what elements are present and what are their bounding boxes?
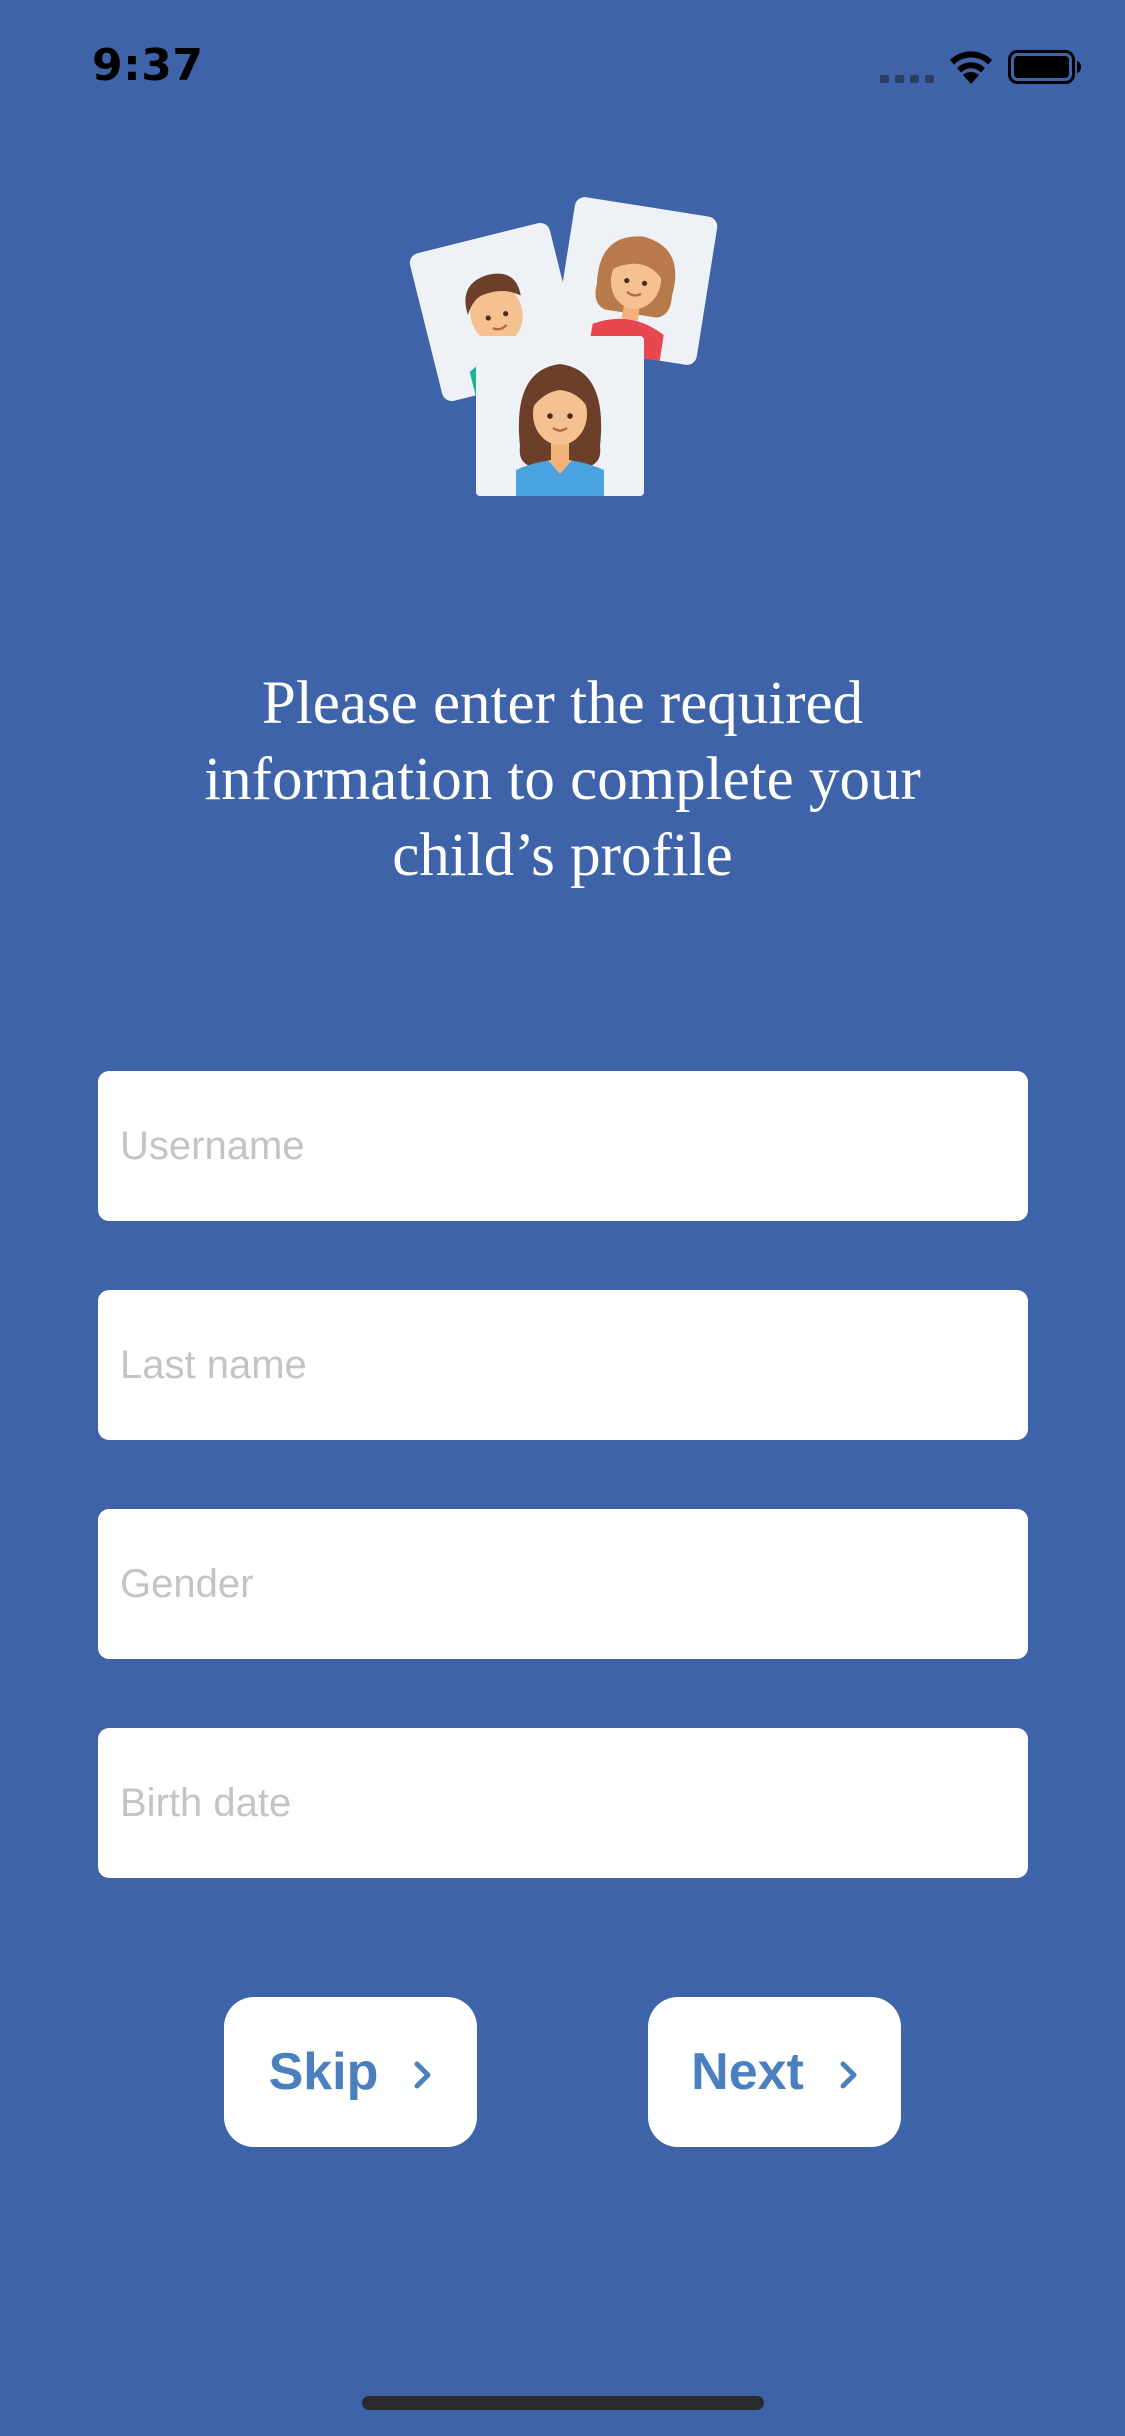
skip-button-label: Skip [268,2043,379,2101]
cellular-signal-icon [880,75,934,83]
gender-field-container[interactable] [98,1509,1028,1659]
instructions-heading: Please enter the required information to… [204,670,921,889]
wifi-icon [948,48,994,89]
last-name-input[interactable] [120,1290,1006,1440]
username-field-container[interactable] [98,1071,1028,1221]
username-input[interactable] [120,1071,1006,1221]
chevron-right-icon [414,2042,432,2102]
next-button-label: Next [691,2043,804,2101]
battery-icon [1008,50,1082,89]
home-indicator[interactable] [362,2396,764,2410]
birth-date-input[interactable] [120,1728,1006,1878]
status-bar: 9:37 [0,0,1125,132]
status-time: 9:37 [92,40,204,91]
next-button[interactable]: Next [648,1997,901,2147]
children-avatars-illustration [408,192,718,497]
lastname-field-container[interactable] [98,1290,1028,1440]
gender-input[interactable] [120,1509,1006,1659]
chevron-right-icon [840,2042,858,2102]
skip-button[interactable]: Skip [224,1997,477,2147]
birthdate-field-container[interactable] [98,1728,1028,1878]
